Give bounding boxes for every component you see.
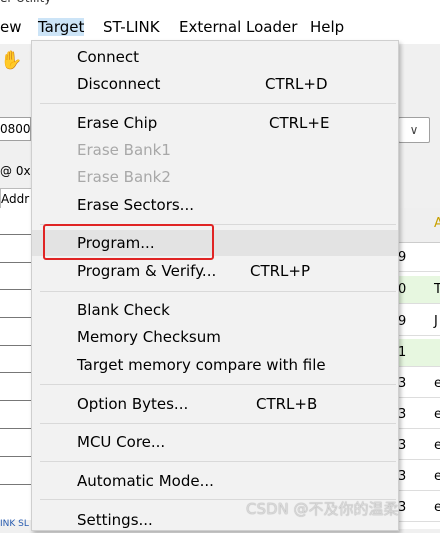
menu-item-compare-file[interactable]: Target memory compare with file [32, 352, 398, 378]
menu-help[interactable]: Help [310, 18, 344, 36]
row-divider [0, 317, 32, 318]
address-input[interactable]: 0800 [0, 117, 31, 141]
data-width-dropdown[interactable]: ∨ [398, 117, 430, 143]
table-row: 9 [398, 244, 440, 272]
menu-item-program-verify[interactable]: Program & Verify... CTRL+P [32, 258, 398, 284]
menu-item-automatic-mode[interactable]: Automatic Mode... [32, 468, 398, 494]
data-column-header: A [398, 208, 440, 243]
menu-view[interactable]: ew [0, 18, 22, 36]
row-divider [0, 484, 32, 485]
menu-item-option-bytes[interactable]: Option Bytes... CTRL+B [32, 391, 398, 417]
menu-item-erase-sectors[interactable]: Erase Sectors... [32, 192, 398, 218]
title-bar: er Utility [0, 0, 440, 8]
menu-item-memory-checksum[interactable]: Memory Checksum [32, 324, 398, 350]
row-divider [0, 428, 32, 429]
app-title: er Utility [0, 0, 51, 5]
row-divider [0, 234, 32, 235]
target-menu: Connect Disconnect CTRL+D Erase Chip CTRL+… [31, 40, 399, 531]
menu-separator [40, 103, 396, 104]
table-row: 3e [398, 432, 440, 460]
menu-item-disconnect[interactable]: Disconnect CTRL+D [32, 71, 398, 97]
table-row: 3e [398, 401, 440, 429]
memory-data-column: A 9 0T 9J 1 3e 3e 3e 3e 3e [398, 208, 440, 529]
menu-separator [40, 423, 396, 424]
toolbar-tool-icon[interactable]: ✋ [0, 50, 22, 71]
row-divider [0, 400, 32, 401]
menu-separator [40, 384, 396, 385]
menu-item-erase-bank2: Erase Bank2 [77, 168, 171, 186]
table-row: 3e [398, 463, 440, 491]
row-divider [0, 345, 32, 346]
ascii-header: A [434, 216, 440, 231]
address-column-header: Addr [0, 188, 34, 210]
table-row: 1 [398, 339, 440, 367]
menu-item-erase-bank1: Erase Bank1 [77, 141, 171, 159]
table-row: 3e [398, 370, 440, 398]
table-row: 0T [398, 276, 440, 304]
table-row: 3e [398, 494, 440, 522]
menu-target[interactable]: Target [38, 18, 85, 36]
watermark: CSDN @不及你的温柔 [246, 500, 399, 518]
menu-separator [40, 461, 396, 462]
table-row: 9J [398, 308, 440, 336]
menu-st-link[interactable]: ST-LINK [103, 18, 160, 36]
menu-item-mcu-core[interactable]: MCU Core... [32, 429, 398, 455]
menu-external-loader[interactable]: External Loader [179, 18, 297, 36]
status-fragment: INK SL [0, 519, 29, 529]
row-divider [0, 372, 32, 373]
row-divider [0, 262, 32, 263]
row-divider [0, 456, 32, 457]
menu-separator [40, 291, 396, 292]
menu-item-connect[interactable]: Connect [32, 44, 398, 70]
annotation-highlight-box [43, 224, 214, 260]
menu-item-erase-chip[interactable]: Erase Chip CTRL+E [32, 110, 398, 136]
chevron-down-icon: ∨ [409, 123, 419, 137]
row-divider [0, 289, 32, 290]
memory-tab[interactable]: @ 0x [0, 164, 31, 178]
menu-item-blank-check[interactable]: Blank Check [32, 297, 398, 323]
memory-grid [0, 208, 33, 520]
